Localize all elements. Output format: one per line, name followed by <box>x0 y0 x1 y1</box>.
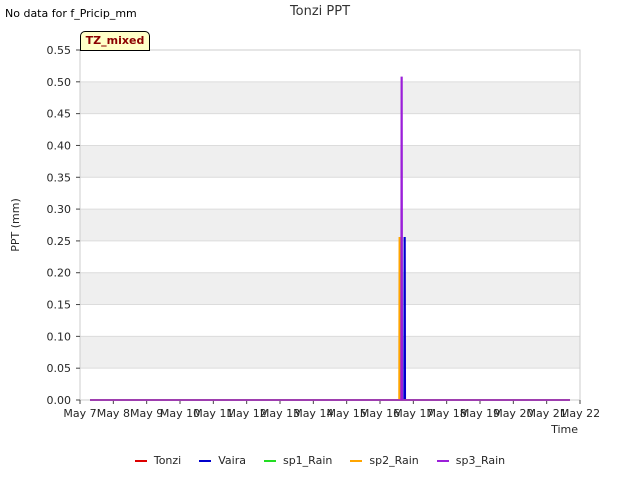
x-axis-label: Time <box>550 423 578 436</box>
legend-item: Tonzi <box>134 454 182 467</box>
legend-label: sp2_Rain <box>369 454 419 467</box>
y-axis-label: PPT (mm) <box>9 198 22 252</box>
legend-item: sp1_Rain <box>263 454 333 467</box>
legend-label: sp3_Rain <box>455 454 506 467</box>
grid-band <box>80 209 580 241</box>
legend-swatch <box>263 459 276 462</box>
legend-item: sp3_Rain <box>436 454 506 467</box>
y-tick-label: 0.15 <box>47 299 72 312</box>
series-line-sp2_Rain <box>90 236 570 401</box>
site-badge: TZ_mixed <box>80 31 150 51</box>
grid-band <box>80 81 580 114</box>
grid-band <box>80 272 580 305</box>
y-tick-label: 0.20 <box>47 267 72 280</box>
y-tick-label: 0.50 <box>47 76 72 89</box>
y-tick-label: 0.25 <box>47 235 72 248</box>
grid-band <box>80 336 580 369</box>
legend-label: sp1_Rain <box>282 454 333 467</box>
legend-swatch <box>350 459 363 462</box>
y-tick-label: 0.05 <box>47 362 72 375</box>
y-tick-label: 0.35 <box>47 171 72 184</box>
y-tick-label: 0.40 <box>47 139 72 152</box>
series-line-Vaira <box>90 236 570 401</box>
x-tick-label: May 9 <box>130 407 163 420</box>
legend-item: Vaira <box>199 454 246 467</box>
y-tick-label: 0.55 <box>47 44 72 57</box>
legend-swatch <box>134 459 147 462</box>
y-tick-label: 0.10 <box>47 330 72 343</box>
x-tick-label: May 22 <box>560 407 600 420</box>
y-tick-label: 0.00 <box>47 394 72 407</box>
y-tick-label: 0.30 <box>47 203 72 216</box>
legend: Tonzi Vaira sp1_Rain sp2_Rain sp3_Rain <box>0 454 640 467</box>
legend-swatch <box>199 459 212 462</box>
y-tick-label: 0.45 <box>47 108 72 121</box>
x-tick-label: May 8 <box>97 407 130 420</box>
legend-label: Vaira <box>218 454 246 467</box>
legend-item: sp2_Rain <box>350 454 419 467</box>
grid-band <box>80 145 580 178</box>
legend-label: Tonzi <box>153 454 182 467</box>
x-tick-label: May 7 <box>63 407 96 420</box>
legend-swatch <box>436 459 449 462</box>
chart-area: 0.00 0.05 0.10 0.15 0.20 0.25 0.30 0.35 0.40 0.45… <box>9 44 600 436</box>
